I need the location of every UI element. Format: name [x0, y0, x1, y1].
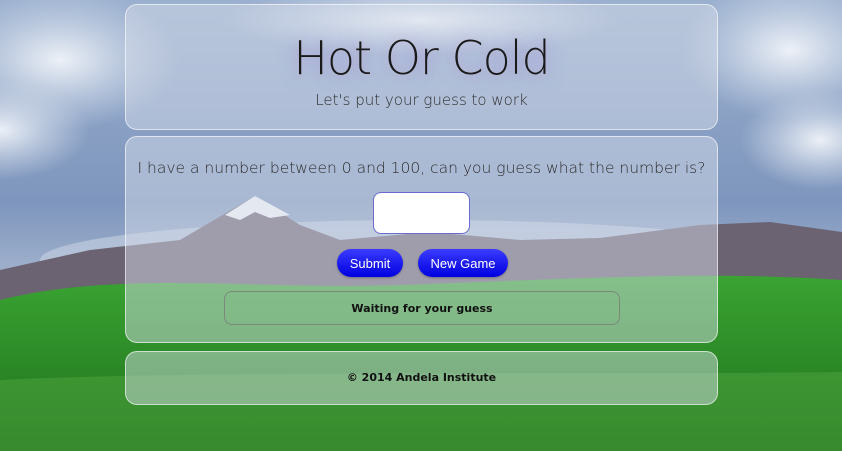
new-game-button[interactable]: New Game: [418, 249, 508, 277]
header-panel: Hot Or Cold Let's put your guess to work: [125, 4, 718, 130]
guess-input[interactable]: [373, 192, 470, 234]
copyright-text: © 2014 Andela Institute: [346, 371, 497, 384]
game-panel: I have a number between 0 and 100, can y…: [125, 136, 718, 343]
page-subtitle: Let's put your guess to work: [315, 91, 528, 109]
feedback-box: Waiting for your guess: [224, 291, 620, 325]
footer-panel: © 2014 Andela Institute: [125, 351, 718, 405]
page-title: Hot Or Cold: [293, 31, 550, 85]
game-prompt: I have a number between 0 and 100, can y…: [137, 159, 706, 177]
submit-button[interactable]: Submit: [337, 249, 403, 277]
feedback-text: Waiting for your guess: [351, 301, 493, 315]
